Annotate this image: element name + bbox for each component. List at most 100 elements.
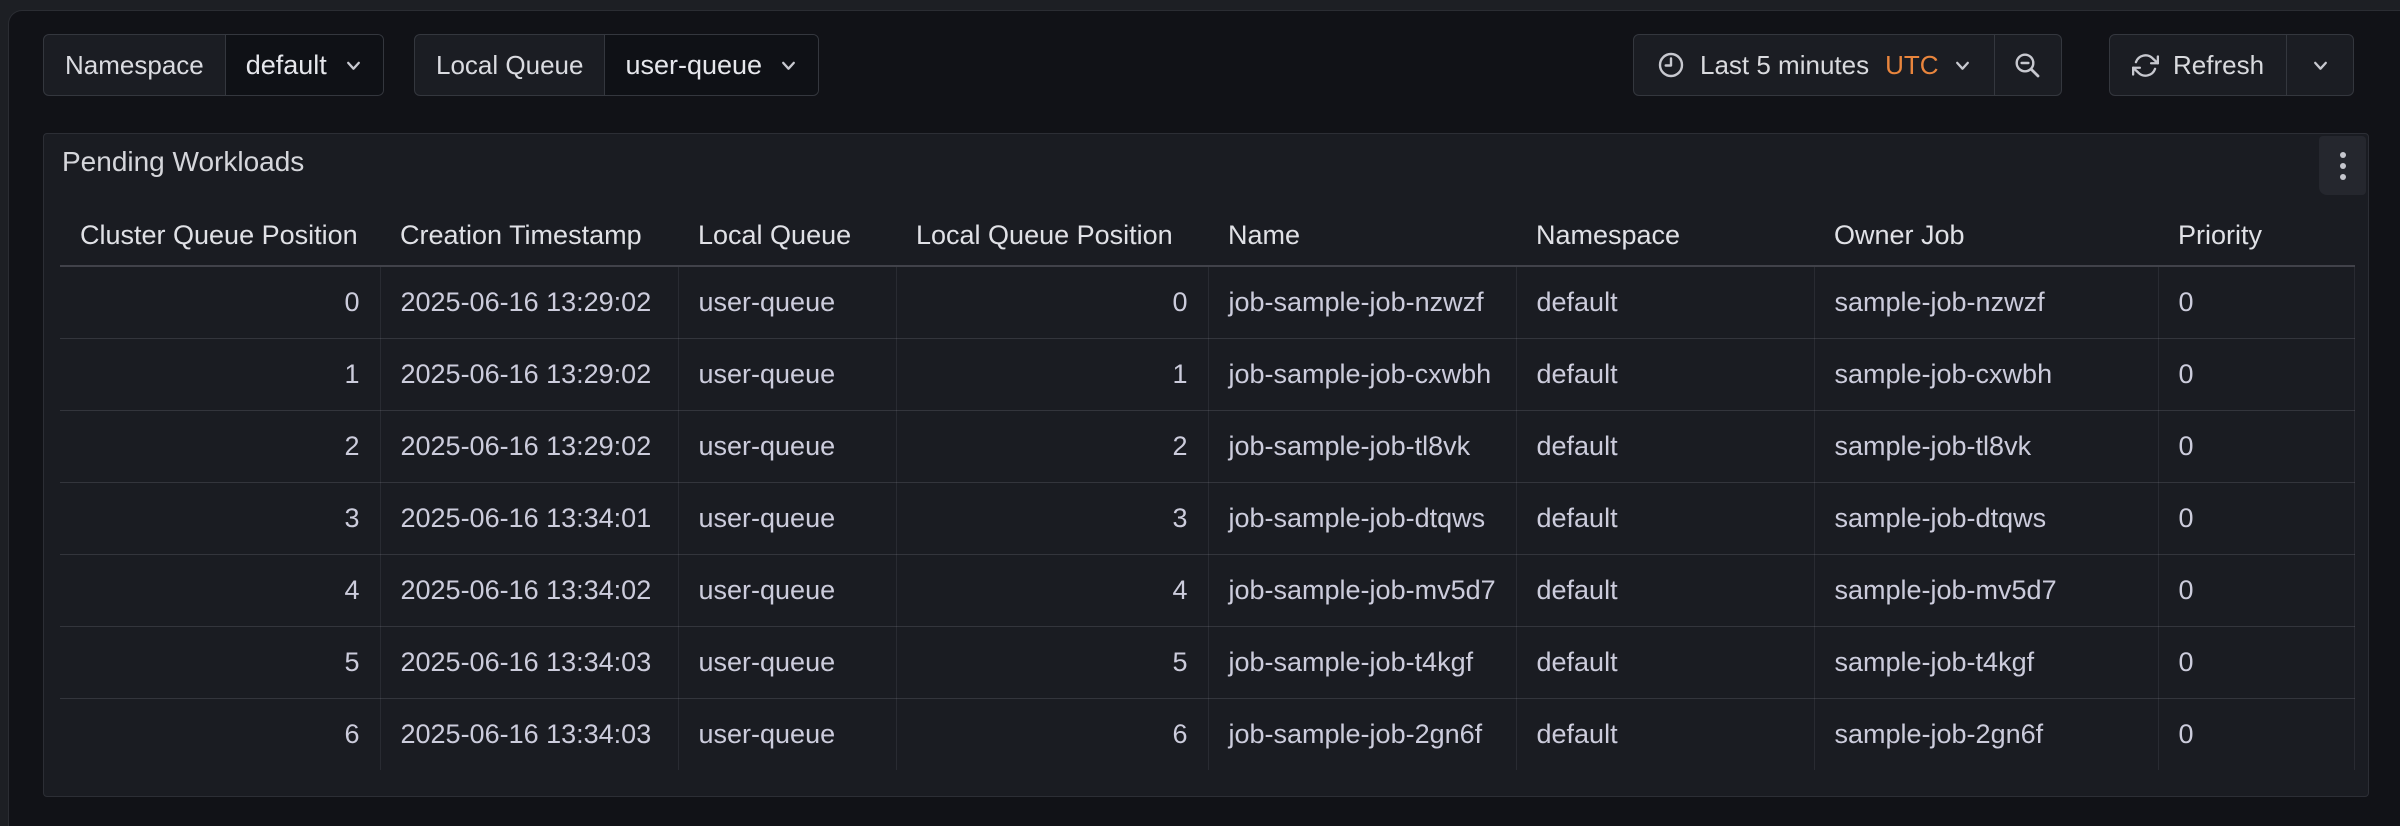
cell-name: job-sample-job-tl8vk <box>1208 410 1516 482</box>
pending-workloads-table: Cluster Queue PositionCreation Timestamp… <box>60 190 2355 770</box>
time-range-label: Last 5 minutes <box>1700 50 1869 81</box>
column-header-priority[interactable]: Priority <box>2158 190 2354 266</box>
cell-owner-job: sample-job-2gn6f <box>1814 698 2158 770</box>
cell-cluster-queue-position: 0 <box>60 266 380 338</box>
cell-owner-job: sample-job-dtqws <box>1814 482 2158 554</box>
column-header-cluster-queue-position[interactable]: Cluster Queue Position <box>60 190 380 266</box>
cell-cluster-queue-position: 2 <box>60 410 380 482</box>
cell-namespace: default <box>1516 554 1814 626</box>
time-range-picker[interactable]: Last 5 minutes UTC <box>1634 35 1994 95</box>
magnifier-minus-icon <box>2013 51 2042 80</box>
table-row: 42025-06-16 13:34:02user-queue4job-sampl… <box>60 554 2354 626</box>
column-header-local-queue-position[interactable]: Local Queue Position <box>896 190 1208 266</box>
cell-local-queue: user-queue <box>678 338 896 410</box>
cell-name: job-sample-job-cxwbh <box>1208 338 1516 410</box>
cell-cluster-queue-position: 6 <box>60 698 380 770</box>
cell-namespace: default <box>1516 698 1814 770</box>
cell-local-queue: user-queue <box>678 266 896 338</box>
cell-creation-timestamp: 2025-06-16 13:29:02 <box>380 338 678 410</box>
cell-local-queue: user-queue <box>678 554 896 626</box>
refresh-button[interactable]: Refresh <box>2110 35 2286 95</box>
cell-namespace: default <box>1516 338 1814 410</box>
cell-name: job-sample-job-t4kgf <box>1208 626 1516 698</box>
cell-local-queue: user-queue <box>678 698 896 770</box>
variable-namespace-select[interactable]: default <box>225 35 383 95</box>
cell-priority: 0 <box>2158 554 2354 626</box>
refresh-interval-dropdown[interactable] <box>2286 35 2353 95</box>
column-header-name[interactable]: Name <box>1208 190 1516 266</box>
cell-priority: 0 <box>2158 482 2354 554</box>
cell-priority: 0 <box>2158 410 2354 482</box>
table-row: 12025-06-16 13:29:02user-queue1job-sampl… <box>60 338 2354 410</box>
cell-local-queue-position: 2 <box>896 410 1208 482</box>
panel-header: Pending Workloads <box>44 134 2368 190</box>
chevron-down-icon <box>2311 56 2330 75</box>
column-header-creation-timestamp[interactable]: Creation Timestamp <box>380 190 678 266</box>
cell-local-queue-position: 0 <box>896 266 1208 338</box>
cell-local-queue: user-queue <box>678 410 896 482</box>
chevron-down-icon <box>779 56 798 75</box>
cell-local-queue: user-queue <box>678 626 896 698</box>
cell-namespace: default <box>1516 626 1814 698</box>
cell-namespace: default <box>1516 482 1814 554</box>
cell-namespace: default <box>1516 266 1814 338</box>
timezone-label: UTC <box>1885 50 1938 81</box>
table-row: 02025-06-16 13:29:02user-queue0job-sampl… <box>60 266 2354 338</box>
cell-owner-job: sample-job-cxwbh <box>1814 338 2158 410</box>
cell-local-queue-position: 3 <box>896 482 1208 554</box>
panel-menu-button[interactable] <box>2319 136 2366 195</box>
table-row: 22025-06-16 13:29:02user-queue2job-sampl… <box>60 410 2354 482</box>
cell-creation-timestamp: 2025-06-16 13:29:02 <box>380 410 678 482</box>
column-header-namespace[interactable]: Namespace <box>1516 190 1814 266</box>
cell-name: job-sample-job-dtqws <box>1208 482 1516 554</box>
cell-priority: 0 <box>2158 698 2354 770</box>
table-row: 32025-06-16 13:34:01user-queue3job-sampl… <box>60 482 2354 554</box>
variable-namespace-label: Namespace <box>44 35 225 95</box>
variable-local-queue: Local Queue user-queue <box>414 34 819 96</box>
cell-creation-timestamp: 2025-06-16 13:34:03 <box>380 698 678 770</box>
cell-local-queue-position: 4 <box>896 554 1208 626</box>
cell-owner-job: sample-job-mv5d7 <box>1814 554 2158 626</box>
cell-name: job-sample-job-mv5d7 <box>1208 554 1516 626</box>
variable-local-queue-label: Local Queue <box>415 35 604 95</box>
chevron-down-icon <box>344 56 363 75</box>
cell-cluster-queue-position: 1 <box>60 338 380 410</box>
refresh-controls: Refresh <box>2109 34 2354 96</box>
panel-title[interactable]: Pending Workloads <box>62 146 304 178</box>
variable-namespace: Namespace default <box>43 34 384 96</box>
cell-owner-job: sample-job-tl8vk <box>1814 410 2158 482</box>
cell-local-queue-position: 6 <box>896 698 1208 770</box>
table-row: 52025-06-16 13:34:03user-queue5job-sampl… <box>60 626 2354 698</box>
variable-namespace-value: default <box>246 50 327 81</box>
kebab-icon <box>2340 163 2346 169</box>
dashboard-canvas: Namespace default Local Queue user-queue… <box>8 10 2400 826</box>
cell-creation-timestamp: 2025-06-16 13:34:01 <box>380 482 678 554</box>
cell-owner-job: sample-job-nzwzf <box>1814 266 2158 338</box>
cell-creation-timestamp: 2025-06-16 13:34:02 <box>380 554 678 626</box>
cell-name: job-sample-job-nzwzf <box>1208 266 1516 338</box>
column-header-owner-job[interactable]: Owner Job <box>1814 190 2158 266</box>
variable-local-queue-value: user-queue <box>625 50 762 81</box>
zoom-out-button[interactable] <box>1994 35 2061 95</box>
cell-creation-timestamp: 2025-06-16 13:34:03 <box>380 626 678 698</box>
cell-namespace: default <box>1516 410 1814 482</box>
cell-name: job-sample-job-2gn6f <box>1208 698 1516 770</box>
cell-cluster-queue-position: 4 <box>60 554 380 626</box>
sync-icon <box>2132 52 2159 79</box>
cell-priority: 0 <box>2158 626 2354 698</box>
variable-local-queue-select[interactable]: user-queue <box>604 35 818 95</box>
cell-owner-job: sample-job-t4kgf <box>1814 626 2158 698</box>
cell-local-queue-position: 1 <box>896 338 1208 410</box>
cell-cluster-queue-position: 3 <box>60 482 380 554</box>
table-header-row: Cluster Queue PositionCreation Timestamp… <box>60 190 2354 266</box>
time-controls: Last 5 minutes UTC <box>1633 34 2062 96</box>
clock-nine-icon <box>1656 50 1686 80</box>
cell-cluster-queue-position: 5 <box>60 626 380 698</box>
cell-creation-timestamp: 2025-06-16 13:29:02 <box>380 266 678 338</box>
cell-local-queue-position: 5 <box>896 626 1208 698</box>
column-header-local-queue[interactable]: Local Queue <box>678 190 896 266</box>
refresh-label: Refresh <box>2173 50 2264 81</box>
cell-priority: 0 <box>2158 266 2354 338</box>
pending-workloads-panel: Pending Workloads Cluster Queue Position… <box>43 133 2369 797</box>
cell-priority: 0 <box>2158 338 2354 410</box>
